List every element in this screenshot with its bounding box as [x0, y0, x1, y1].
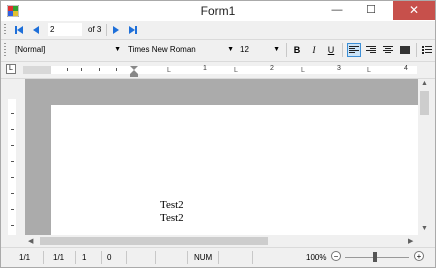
dropdown-arrow-icon[interactable]: ▼	[273, 43, 280, 57]
tab-stop-icon: L	[367, 67, 371, 74]
style-value: [Normal]	[15, 45, 46, 54]
ruler-tick	[11, 177, 14, 178]
document-line: Test2	[160, 199, 184, 211]
vertical-scroll-thumb[interactable]	[420, 91, 429, 115]
zoom-level: 100%	[306, 253, 327, 262]
status-separator	[126, 251, 127, 264]
status-line: 1	[82, 253, 87, 262]
horizontal-scroll-thumb[interactable]	[40, 237, 268, 245]
tab-stop-selector[interactable]: L	[6, 64, 16, 74]
ruler-tick	[11, 209, 14, 210]
scroll-up-icon[interactable]: ▲	[421, 80, 428, 87]
last-page-icon[interactable]	[127, 24, 139, 36]
horizontal-ruler[interactable]: L L L L L 1 2 3 4	[1, 62, 435, 79]
bold-button[interactable]: B	[290, 43, 304, 57]
next-page-icon[interactable]	[110, 24, 122, 36]
ruler-number: 3	[337, 65, 341, 72]
scroll-left-icon[interactable]: ◀	[28, 237, 33, 245]
status-column: 0	[107, 253, 112, 262]
ruler-tick	[116, 68, 117, 71]
dropdown-arrow-icon[interactable]: ▼	[114, 43, 121, 57]
underline-button[interactable]: U	[324, 43, 338, 57]
close-button[interactable]: ✕	[393, 1, 435, 20]
align-left-button[interactable]	[347, 43, 361, 57]
ruler-tick	[11, 225, 14, 226]
ruler-tick	[11, 161, 14, 162]
toolbar-separator	[342, 43, 343, 57]
document-line: Test2	[160, 212, 184, 224]
align-center-button[interactable]	[381, 43, 395, 57]
status-separator	[75, 251, 76, 264]
dropdown-arrow-icon[interactable]: ▼	[227, 43, 234, 57]
num-lock-indicator: NUM	[194, 253, 213, 262]
title-bar[interactable]: Form1 — ☐ ✕	[1, 1, 435, 21]
style-combobox[interactable]: [Normal] ▼	[11, 43, 123, 57]
align-right-icon	[366, 46, 376, 53]
zoom-in-button[interactable]: +	[414, 251, 424, 261]
ruler-number: 2	[270, 65, 274, 72]
horizontal-scrollbar[interactable]: ◀ ▶	[25, 235, 418, 247]
scroll-right-icon[interactable]: ▶	[408, 237, 413, 245]
status-separator	[101, 251, 102, 264]
align-center-icon	[383, 46, 393, 53]
status-page: 1/1	[19, 253, 31, 262]
page-number-input[interactable]: 2	[48, 23, 82, 36]
status-separator	[43, 251, 44, 264]
toolbar-grip[interactable]	[4, 43, 6, 57]
tab-stop-icon: L	[167, 67, 171, 74]
justify-button[interactable]	[398, 43, 412, 57]
ruler-margin	[23, 66, 51, 74]
navigation-toolbar: 2 of 3	[1, 21, 435, 40]
first-page-icon[interactable]	[13, 24, 25, 36]
vertical-ruler-body	[8, 99, 16, 235]
toolbar-separator	[286, 43, 287, 57]
status-bar: 1/1 1/1 1 0 NUM 100% − +	[1, 247, 435, 267]
ruler-tick	[99, 68, 100, 71]
status-separator	[252, 251, 253, 264]
align-left-icon	[349, 46, 359, 53]
tab-stop-icon: L	[301, 67, 305, 74]
ruler-tick	[11, 129, 14, 130]
document-area[interactable]: Test2 Test2	[25, 79, 418, 235]
vertical-scrollbar[interactable]: ▲ ▼	[418, 79, 431, 235]
previous-page-icon[interactable]	[30, 24, 42, 36]
minimize-button[interactable]: —	[323, 1, 351, 20]
page-count-label: of 3	[88, 25, 102, 34]
toolbar-separator	[106, 24, 107, 36]
tab-stop-icon: L	[234, 67, 238, 74]
document-text[interactable]: Test2 Test2	[160, 199, 184, 225]
zoom-slider-thumb[interactable]	[373, 252, 377, 262]
indent-marker-icon[interactable]	[130, 66, 138, 78]
ruler-number: 1	[203, 65, 207, 72]
status-separator	[218, 251, 219, 264]
status-section: 1/1	[53, 253, 65, 262]
font-size-combobox[interactable]: 12 ▼	[236, 43, 282, 57]
align-right-button[interactable]	[364, 43, 378, 57]
ruler-tick	[67, 68, 68, 71]
status-separator	[187, 251, 188, 264]
zoom-slider[interactable]	[345, 257, 409, 258]
status-separator	[155, 251, 156, 264]
ruler-number: 4	[404, 65, 408, 72]
formatting-toolbar: [Normal] ▼ Times New Roman ▼ 12 ▼ B I U	[1, 39, 435, 62]
form1-window: Form1 — ☐ ✕ 2 of 3 [Normal] ▼ Times New …	[0, 0, 436, 268]
maximize-button[interactable]: ☐	[357, 1, 385, 20]
bullet-list-icon	[422, 46, 432, 54]
justify-icon	[400, 46, 410, 54]
scroll-down-icon[interactable]: ▼	[421, 225, 428, 232]
italic-button[interactable]: I	[307, 43, 321, 57]
toolbar-separator	[416, 43, 417, 57]
font-name-combobox[interactable]: Times New Roman ▼	[124, 43, 236, 57]
font-size-value: 12	[240, 45, 249, 54]
document-page[interactable]: Test2 Test2	[51, 105, 418, 235]
ruler-tick	[11, 193, 14, 194]
bullets-button[interactable]	[420, 43, 434, 57]
toolbar-grip[interactable]	[4, 24, 6, 36]
ruler-tick	[11, 145, 14, 146]
ruler-tick	[81, 68, 82, 71]
zoom-out-button[interactable]: −	[331, 251, 341, 261]
font-name-value: Times New Roman	[128, 45, 196, 54]
ruler-tick	[11, 113, 14, 114]
